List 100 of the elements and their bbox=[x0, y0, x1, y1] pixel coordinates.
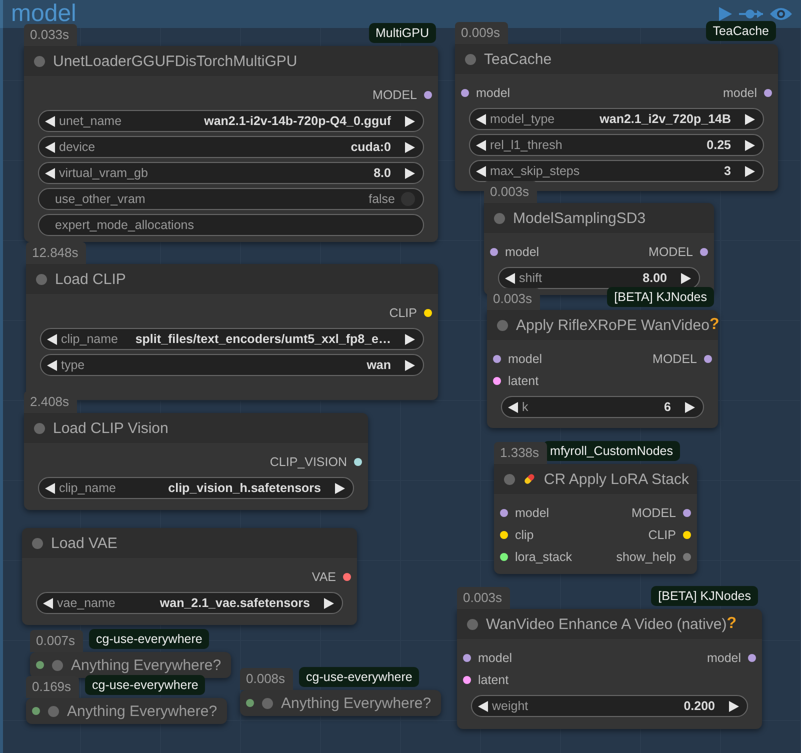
arrow-right-icon[interactable] bbox=[745, 114, 755, 124]
collapse-dot[interactable] bbox=[504, 474, 515, 484]
port-dot[interactable] bbox=[424, 91, 432, 99]
arrow-left-icon[interactable] bbox=[505, 272, 515, 284]
port-dot[interactable] bbox=[500, 509, 508, 517]
eye-icon[interactable] bbox=[769, 6, 793, 22]
combo-widget[interactable]: weight 0.200 bbox=[471, 695, 748, 717]
combo-widget[interactable]: k 6 bbox=[501, 396, 704, 418]
collapse-dot[interactable] bbox=[36, 274, 47, 284]
arrow-right-icon[interactable] bbox=[324, 598, 334, 608]
combo-widget[interactable]: clip_name clip_vision_h.safetensors bbox=[38, 477, 354, 499]
port-dot[interactable] bbox=[461, 89, 469, 97]
port-dot[interactable] bbox=[493, 377, 501, 385]
port-dot[interactable] bbox=[700, 248, 708, 256]
port-dot[interactable] bbox=[500, 553, 508, 561]
toggle-widget[interactable]: use_other_vram false bbox=[38, 188, 424, 210]
combo-widget[interactable]: type wan bbox=[40, 354, 424, 376]
arrow-left-icon[interactable] bbox=[476, 166, 486, 176]
help-mark[interactable]: ? bbox=[709, 316, 720, 334]
node-title: Load CLIP bbox=[55, 270, 126, 288]
input-dot[interactable] bbox=[32, 707, 40, 715]
node-panel[interactable]: Load CLIP Vision CLIP_VISION clip_name clip_vision_h.safetensors bbox=[24, 413, 368, 510]
port-dot[interactable] bbox=[463, 676, 471, 684]
port-dot[interactable] bbox=[683, 531, 691, 539]
collapse-dot[interactable] bbox=[467, 618, 478, 630]
port-dot[interactable] bbox=[493, 355, 501, 363]
arrow-right-icon[interactable] bbox=[405, 360, 415, 370]
node-panel[interactable]: Apply RifleXRoPE WanVideo? model MODEL latent k 6 bbox=[487, 310, 718, 428]
port-dot[interactable] bbox=[424, 309, 432, 317]
node-title: Load VAE bbox=[51, 534, 118, 552]
collapsed-node[interactable]: Anything Everywhere? bbox=[26, 698, 228, 724]
collapsed-node[interactable]: Anything Everywhere? bbox=[240, 690, 442, 716]
combo-widget[interactable]: max_skip_steps 3 bbox=[469, 160, 764, 182]
arrow-left-icon[interactable] bbox=[476, 140, 486, 150]
arrow-left-icon[interactable] bbox=[47, 334, 57, 344]
port-dot[interactable] bbox=[343, 573, 351, 581]
arrow-left-icon[interactable] bbox=[45, 482, 55, 494]
combo-widget[interactable]: clip_name split_files/text_encoders/umt5_xxl_fp8_e… bbox=[40, 328, 424, 350]
arrow-right-icon[interactable] bbox=[405, 116, 415, 126]
input-dot[interactable] bbox=[246, 699, 254, 707]
collapse-dot[interactable] bbox=[262, 698, 273, 708]
node-title: Load CLIP Vision bbox=[53, 420, 168, 436]
node-panel[interactable]: WanVideo Enhance A Video (native)? model model latent weight 0.200 bbox=[457, 609, 762, 729]
collapse-dot[interactable] bbox=[32, 538, 43, 548]
port-label: model bbox=[706, 651, 741, 665]
node-panel[interactable]: CR Apply LoRA Stack model MODEL clip CLIP lora_stack show_help bbox=[494, 464, 697, 574]
arrow-left-icon[interactable] bbox=[45, 116, 55, 126]
node-panel[interactable]: Load VAE VAE vae_name wan_2.1_vae.safetensors bbox=[22, 528, 357, 625]
port-dot[interactable] bbox=[764, 89, 772, 97]
collapse-dot[interactable] bbox=[497, 320, 508, 330]
port-dot[interactable] bbox=[490, 248, 498, 256]
arrow-right-icon[interactable] bbox=[745, 166, 755, 176]
arrow-left-icon[interactable] bbox=[478, 700, 488, 712]
collapse-dot[interactable] bbox=[465, 54, 476, 64]
port-label: MODEL bbox=[648, 245, 693, 259]
port-dot[interactable] bbox=[704, 355, 712, 363]
help-mark[interactable]: ? bbox=[726, 615, 737, 633]
collapse-dot[interactable] bbox=[494, 212, 505, 224]
arrow-left-icon[interactable] bbox=[45, 142, 55, 152]
collapsed-node[interactable]: Anything Everywhere? bbox=[30, 652, 232, 678]
port-dot[interactable] bbox=[463, 654, 471, 662]
arrow-left-icon[interactable] bbox=[45, 168, 55, 178]
node-title: CR Apply LoRA Stack bbox=[544, 470, 689, 488]
arrow-right-icon[interactable] bbox=[405, 334, 415, 344]
arrow-right-icon[interactable] bbox=[405, 168, 415, 178]
execution-time: 0.033s bbox=[24, 24, 78, 46]
combo-widget[interactable]: shift 8.00 bbox=[498, 267, 700, 289]
arrow-right-icon[interactable] bbox=[685, 402, 695, 412]
combo-widget[interactable]: rel_l1_thresh 0.25 bbox=[469, 134, 764, 156]
arrow-right-icon[interactable] bbox=[729, 700, 739, 712]
execution-time: 0.008s bbox=[240, 668, 294, 690]
port-label: clip bbox=[515, 528, 534, 542]
collapse-dot[interactable] bbox=[48, 706, 59, 716]
arrow-right-icon[interactable] bbox=[681, 272, 691, 284]
port-dot[interactable] bbox=[500, 531, 508, 539]
arrow-right-icon[interactable] bbox=[745, 140, 755, 150]
combo-widget[interactable]: device cuda:0 bbox=[38, 136, 424, 158]
arrow-right-icon[interactable] bbox=[405, 142, 415, 152]
input-dot[interactable] bbox=[36, 661, 44, 669]
port-dot[interactable] bbox=[683, 553, 691, 561]
combo-widget[interactable]: model_type wan2.1_i2v_720p_14B bbox=[469, 108, 764, 130]
arrow-left-icon[interactable] bbox=[47, 360, 57, 370]
combo-widget[interactable]: virtual_vram_gb 8.0 bbox=[38, 162, 424, 184]
combo-widget[interactable]: unet_name wan2.1-i2v-14b-720p-Q4_0.gguf bbox=[38, 110, 424, 132]
port-dot[interactable] bbox=[354, 458, 362, 466]
collapse-dot[interactable] bbox=[34, 56, 45, 66]
execution-time: 0.169s bbox=[26, 676, 80, 698]
collapse-dot[interactable] bbox=[34, 422, 45, 434]
node-panel[interactable]: UnetLoaderGGUFDisTorchMultiGPU MODEL unet_name wan2.1-i2v-14b-720p-Q4_0.gguf device cuda:0 virtual_vram_gb 8.0 use_other_vram false expert_mode_allocations bbox=[24, 46, 438, 242]
text-widget[interactable]: expert_mode_allocations bbox=[38, 214, 424, 236]
port-dot[interactable] bbox=[748, 654, 756, 662]
arrow-right-icon[interactable] bbox=[335, 482, 345, 494]
port-label: model bbox=[505, 245, 540, 259]
arrow-left-icon[interactable] bbox=[43, 598, 53, 608]
node-title: Anything Everywhere? bbox=[67, 702, 218, 720]
collapse-dot[interactable] bbox=[52, 660, 63, 670]
arrow-left-icon[interactable] bbox=[508, 402, 518, 412]
port-dot[interactable] bbox=[683, 509, 691, 517]
combo-widget[interactable]: vae_name wan_2.1_vae.safetensors bbox=[36, 592, 343, 614]
arrow-left-icon[interactable] bbox=[476, 114, 486, 124]
